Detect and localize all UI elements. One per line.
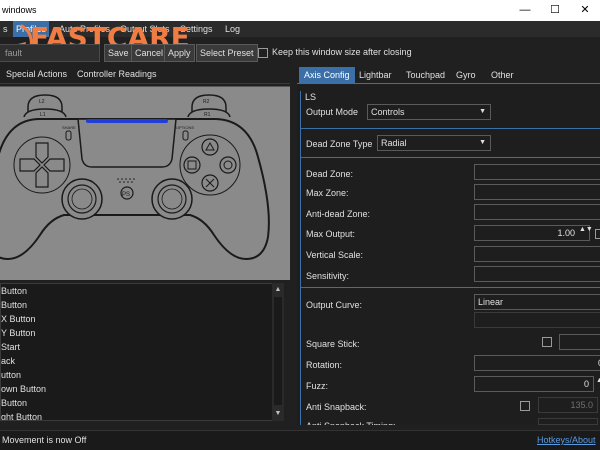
- anti-snapback-checkbox[interactable]: [520, 401, 530, 411]
- anti-snapback-label: Anti Snapback:: [306, 402, 367, 412]
- anti-snapback-field: 135.0: [538, 397, 598, 413]
- divider: [300, 128, 600, 129]
- left-tab-strip: Special Actions Controller Readings: [0, 67, 290, 84]
- output-mode-select[interactable]: Controls ▼: [367, 104, 491, 120]
- status-message: Movement is now Off: [2, 435, 87, 445]
- l2-label: L2: [39, 99, 45, 105]
- save-button[interactable]: Save: [104, 44, 133, 62]
- tab-touchpad[interactable]: Touchpad: [401, 67, 450, 84]
- controller-image-panel: L2 R2 L1 R1 SHARE OPTIONS PS: [0, 86, 290, 280]
- dead-zone-type-select[interactable]: Radial ▼: [377, 135, 491, 151]
- scroll-up-icon[interactable]: ▲: [272, 284, 284, 296]
- anti-snapback-timing-label: Anti Snapback Timing:: [306, 421, 396, 425]
- fuzz-stepper-icon[interactable]: ▲▼: [596, 377, 600, 384]
- scroll-thumb[interactable]: [274, 297, 282, 405]
- output-curve-label: Output Curve:: [306, 300, 363, 310]
- output-mode-label: Output Mode: [306, 107, 359, 117]
- rotation-label: Rotation:: [306, 360, 343, 370]
- square-stick-label: Square Stick:: [306, 339, 360, 349]
- tab-gyro[interactable]: Gyro: [451, 67, 481, 84]
- custom-curve-field: [474, 312, 600, 328]
- window-title: windows: [2, 5, 37, 15]
- dead-zone-label: Dead Zone:: [306, 169, 354, 179]
- right-tab-strip: Axis Config Lightbar Touchpad Gyro Other: [297, 67, 600, 84]
- keep-window-size-checkbox[interactable]: [258, 48, 268, 58]
- rotation-field[interactable]: 0: [474, 355, 600, 371]
- close-button[interactable]: ✕: [570, 0, 600, 21]
- square-stick-roundness-field[interactable]: [559, 334, 600, 350]
- maximize-button[interactable]: ☐: [540, 0, 570, 21]
- max-output-field[interactable]: 1.00: [474, 225, 590, 241]
- list-item[interactable]: Button: [1, 298, 27, 312]
- square-stick-checkbox[interactable]: [542, 337, 552, 347]
- list-item[interactable]: X Button: [1, 312, 36, 326]
- title-bar: windows — ☐ ✕: [0, 0, 600, 21]
- r1-label: R1: [204, 112, 211, 118]
- dead-zone-type-value: Radial: [381, 138, 407, 148]
- max-output-label: Max Output:: [306, 229, 356, 239]
- fuzz-label: Fuzz:: [306, 381, 329, 391]
- output-mode-value: Controls: [371, 107, 405, 117]
- menu-item-s[interactable]: s: [0, 21, 11, 37]
- cancel-button[interactable]: Cancel: [131, 44, 168, 62]
- max-zone-label: Max Zone:: [306, 188, 349, 198]
- sensitivity-label: Sensitivity:: [306, 271, 350, 281]
- lightbar: [86, 119, 168, 123]
- list-item[interactable]: own Button: [1, 382, 46, 396]
- max-output-checkbox[interactable]: [595, 229, 600, 239]
- scroll-down-icon[interactable]: ▼: [272, 408, 284, 420]
- tab-other[interactable]: Other: [486, 67, 519, 84]
- tab-lightbar[interactable]: Lightbar: [354, 67, 397, 84]
- options-label: OPTIONS: [176, 125, 194, 130]
- minimize-button[interactable]: —: [510, 0, 540, 21]
- select-preset-button[interactable]: Select Preset: [196, 44, 258, 62]
- vertical-scale-field[interactable]: [474, 246, 600, 262]
- tab-axis-config[interactable]: Axis Config: [299, 67, 355, 84]
- l1-label: L1: [40, 112, 46, 118]
- list-item[interactable]: Button: [1, 396, 27, 410]
- dead-zone-field[interactable]: [474, 164, 600, 180]
- anti-dead-zone-label: Anti-dead Zone:: [306, 209, 371, 219]
- svg-text:PS: PS: [122, 192, 130, 198]
- action-list[interactable]: Button Button X Button Y Button Start ac…: [0, 283, 284, 421]
- list-item[interactable]: Button: [1, 284, 27, 298]
- stepper-icon[interactable]: ▲▼: [579, 226, 593, 233]
- menu-item-log[interactable]: Log: [222, 21, 243, 37]
- anti-dead-zone-field[interactable]: [474, 204, 600, 220]
- r2-label: R2: [203, 99, 210, 105]
- divider: [300, 287, 600, 288]
- hotkeys-about-link[interactable]: Hotkeys/About: [537, 435, 596, 445]
- status-bar: Movement is now Off Hotkeys/About: [0, 430, 600, 450]
- list-item[interactable]: utton: [1, 368, 21, 382]
- profile-toolbar: fault Save Cancel Apply Select Preset Ke…: [0, 42, 600, 64]
- chevron-down-icon: ▼: [479, 108, 486, 115]
- group-border: [300, 91, 301, 425]
- output-curve-select[interactable]: Linear: [474, 294, 600, 310]
- chevron-down-icon: ▼: [479, 139, 486, 146]
- list-item[interactable]: ack: [1, 354, 15, 368]
- action-list-scrollbar[interactable]: ▲ ▼: [272, 283, 284, 421]
- ds4-controller-image: L2 R2 L1 R1 SHARE OPTIONS PS: [0, 94, 270, 261]
- list-item[interactable]: Start: [1, 340, 20, 354]
- profile-name-input[interactable]: fault: [0, 44, 100, 62]
- stick-group-label: LS: [305, 92, 317, 102]
- share-label: SHARE: [62, 125, 76, 130]
- keep-window-size-label: Keep this window size after closing: [272, 47, 412, 57]
- anti-snapback-timing-field: [538, 418, 598, 425]
- apply-button[interactable]: Apply: [164, 44, 195, 62]
- output-curve-value: Linear: [478, 297, 504, 307]
- divider: [300, 157, 600, 158]
- max-zone-field[interactable]: [474, 184, 600, 200]
- list-item[interactable]: ght Button: [1, 410, 42, 420]
- dead-zone-type-label: Dead Zone Type: [306, 139, 373, 149]
- tab-controller-readings[interactable]: Controller Readings: [77, 69, 157, 79]
- list-item[interactable]: Y Button: [1, 326, 35, 340]
- vertical-scale-label: Vertical Scale:: [306, 250, 364, 260]
- fuzz-field[interactable]: 0: [474, 376, 594, 392]
- sensitivity-field[interactable]: [474, 266, 600, 282]
- tab-special-actions[interactable]: Special Actions: [6, 69, 67, 79]
